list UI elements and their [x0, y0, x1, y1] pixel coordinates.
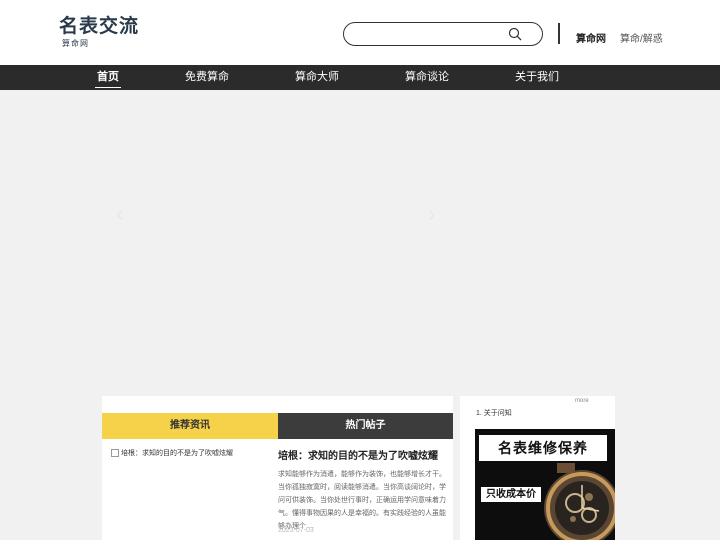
news-panel: 推荐资讯 热门帖子 培根：求知的目的不是为了吹嘘炫耀 培根：求知的目的不是为了吹… — [102, 396, 453, 540]
sidebar-list-item[interactable]: 1. 关于问知 — [476, 408, 512, 418]
carousel-next-icon[interactable]: › — [428, 203, 435, 225]
search-input[interactable] — [356, 26, 506, 42]
article-title[interactable]: 培根：求知的目的不是为了吹嘘炫耀 — [278, 447, 438, 462]
banner-carousel: ‹ › — [0, 90, 720, 390]
watch-icon — [544, 463, 615, 540]
article-date: 2023-07-03 — [278, 527, 314, 534]
nav-item-free-fortune[interactable]: 免费算命 — [185, 71, 229, 84]
logo-subtitle: 算命网 — [62, 39, 89, 48]
header-link-suanming[interactable]: 算命网 — [576, 30, 606, 45]
tab-recommended[interactable]: 推荐资讯 — [102, 413, 278, 439]
ad-title: 名表维修保养 — [479, 435, 607, 461]
search-icon[interactable] — [508, 27, 522, 41]
watch-repair-ad[interactable]: 名表维修保养 只收成本价 — [475, 429, 615, 540]
broken-image-icon — [111, 449, 119, 457]
main-nav: 首页 免费算命 算命大师 算命谈论 关于我们 — [0, 65, 720, 90]
carousel-prev-icon[interactable]: ‹ — [116, 203, 123, 225]
header-link-jiehuo[interactable]: 算命/解惑 — [620, 30, 663, 45]
site-logo[interactable]: 名表交流 算命网 — [59, 16, 151, 48]
header-divider — [558, 23, 560, 44]
nav-item-masters[interactable]: 算命大师 — [295, 71, 339, 84]
logo-text: 名表交流 — [59, 15, 140, 37]
tab-hot-posts[interactable]: 热门帖子 — [278, 413, 453, 439]
thumbnail-alt-text: 培根：求知的目的不是为了吹嘘炫耀 — [121, 450, 233, 457]
article-thumbnail[interactable]: 培根：求知的目的不是为了吹嘘炫耀 — [111, 446, 271, 460]
ad-subtitle: 只收成本价 — [481, 487, 541, 502]
site-header: 名表交流 算命网 算命网 算命/解惑 — [0, 0, 720, 65]
article-excerpt: 求知能够作为消遣，能够作为装饰，也能够增长才干。当你孤独寂寞时，阅读能够消遣。当… — [278, 471, 446, 530]
nav-item-about[interactable]: 关于我们 — [515, 71, 559, 84]
sidebar-panel: more 1. 关于问知 名表维修保养 只收成本价 — [460, 396, 615, 540]
search-box — [343, 22, 543, 46]
sidebar-more-link[interactable]: more — [575, 398, 589, 404]
nav-item-home[interactable]: 首页 — [95, 71, 121, 88]
nav-item-discussion[interactable]: 算命谈论 — [405, 71, 449, 84]
